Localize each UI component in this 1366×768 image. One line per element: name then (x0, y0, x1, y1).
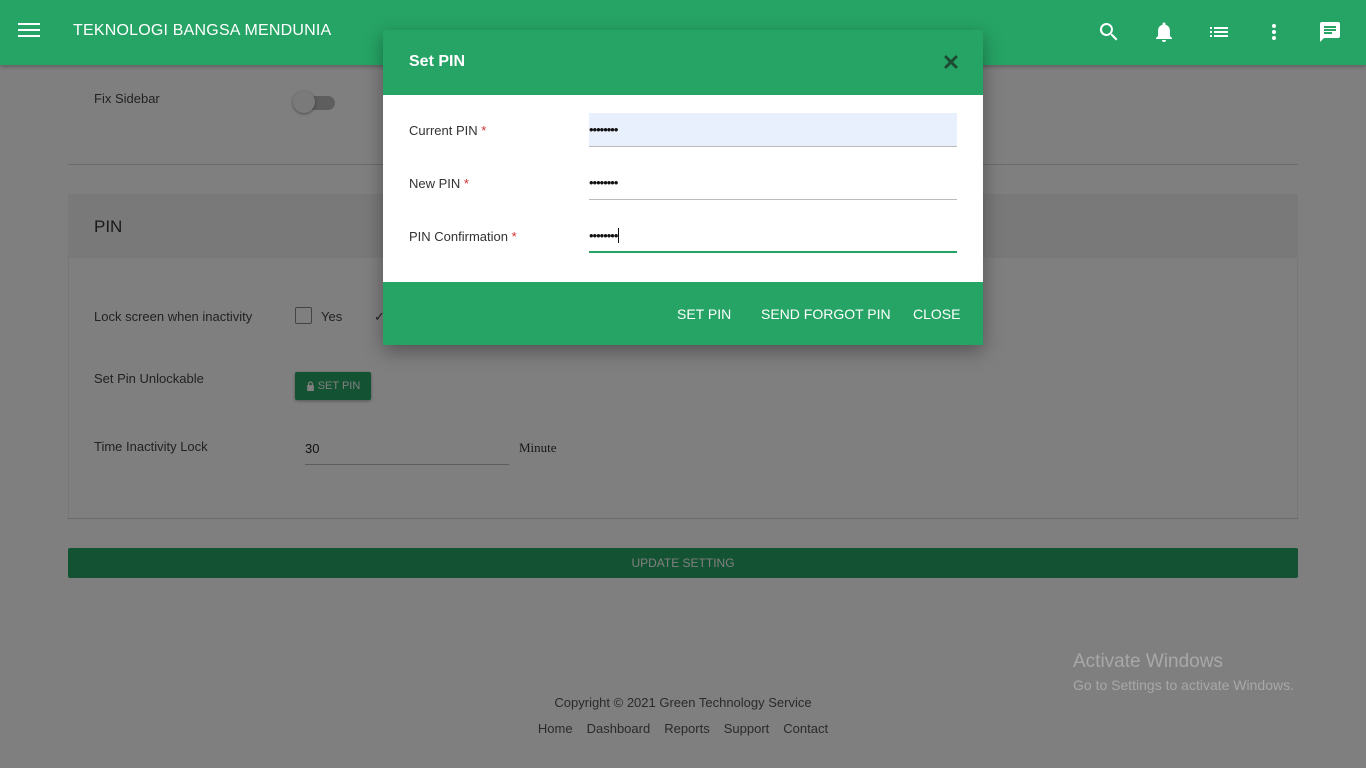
pin-confirmation-label: PIN Confirmation * (409, 229, 517, 244)
search-icon[interactable] (1097, 20, 1121, 44)
current-pin-label: Current PIN * (409, 123, 487, 138)
more-vert-icon[interactable] (1262, 20, 1286, 44)
set-pin-submit-button[interactable]: SET PIN (677, 306, 731, 322)
close-button[interactable]: CLOSE (913, 306, 960, 322)
dialog-header: Set PIN (383, 30, 983, 95)
dialog-footer: SET PIN SEND FORGOT PIN CLOSE (383, 282, 983, 345)
menu-icon[interactable] (18, 20, 40, 42)
pin-confirmation-input[interactable]: •••••••• (589, 219, 957, 253)
dialog-body: Current PIN * •••••••• New PIN * •••••••… (383, 95, 983, 282)
chat-icon[interactable] (1318, 20, 1342, 44)
list-icon[interactable] (1207, 20, 1231, 44)
activate-windows-watermark: Activate Windows Go to Settings to activ… (1073, 651, 1294, 693)
brand-title: TEKNOLOGI BANGSA MENDUNIA (73, 22, 332, 39)
dialog-title: Set PIN (409, 53, 466, 70)
new-pin-input[interactable]: •••••••• (589, 166, 957, 200)
bell-icon[interactable] (1152, 20, 1176, 44)
new-pin-label: New PIN * (409, 176, 469, 191)
send-forgot-pin-button[interactable]: SEND FORGOT PIN (761, 306, 891, 322)
current-pin-input[interactable]: •••••••• (589, 113, 957, 147)
set-pin-dialog: Set PIN Current PIN * •••••••• New PIN *… (383, 30, 983, 345)
close-icon[interactable] (943, 54, 959, 70)
